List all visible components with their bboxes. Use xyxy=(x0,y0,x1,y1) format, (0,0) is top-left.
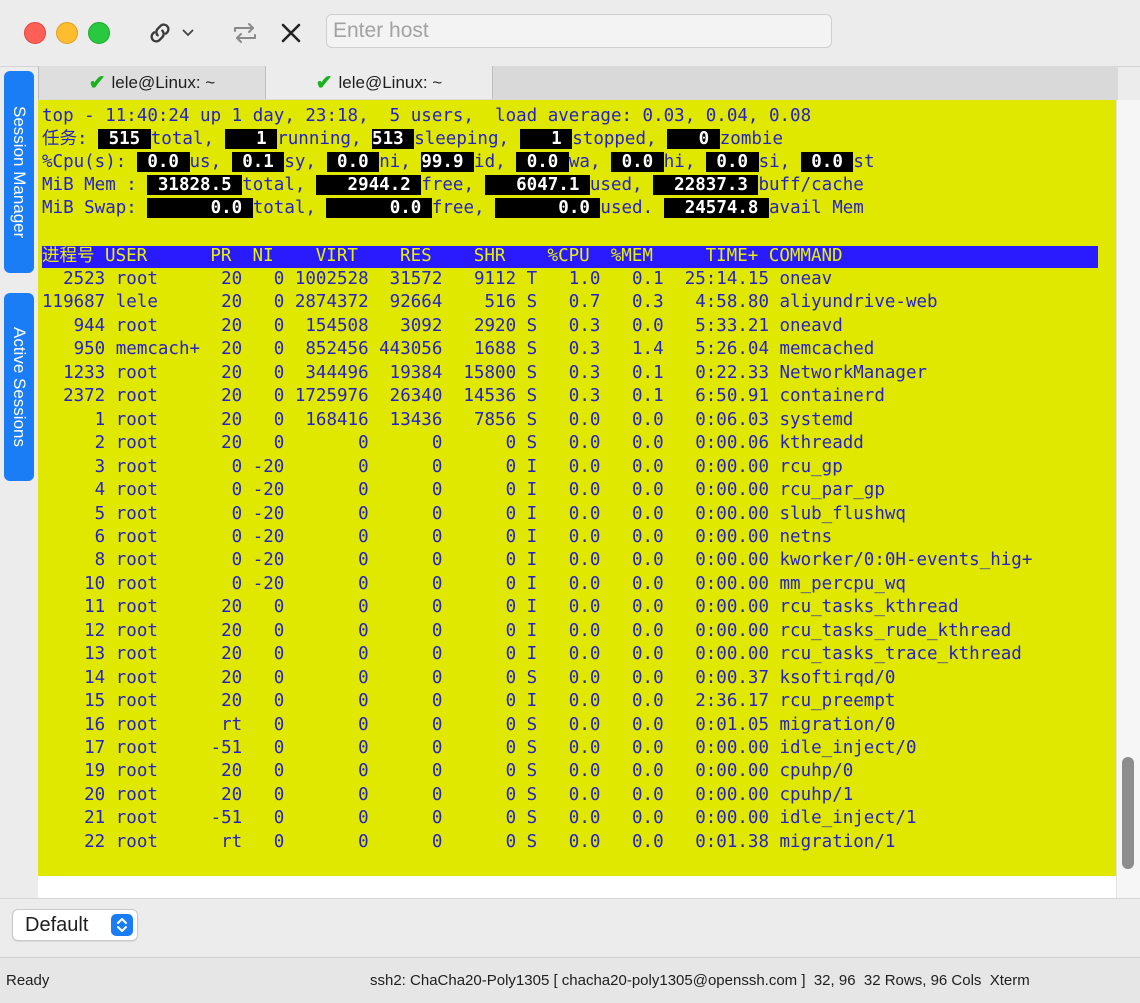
process-row: 2 root 20 0 0 0 0 S 0.0 0.0 0:00.06 kthr… xyxy=(42,433,864,454)
active-sessions-label: Active Sessions xyxy=(10,327,29,447)
process-row: 10 root 0 -20 0 0 0 I 0.0 0.0 0:00.00 mm… xyxy=(42,573,906,594)
process-row: 20 root 20 0 0 0 0 S 0.0 0.0 0:00.00 cpu… xyxy=(42,784,854,805)
profile-select[interactable]: Default xyxy=(12,909,138,941)
host-input[interactable] xyxy=(326,14,832,48)
terminal-output[interactable]: top - 11:40:24 up 1 day, 23:18, 5 users,… xyxy=(38,100,1116,876)
top-uptime-line: top - 11:40:24 up 1 day, 23:18, 5 users,… xyxy=(42,106,812,126)
top-mem-line: MiB Mem : 31828.5 total, 2944.2 free, 60… xyxy=(42,175,864,195)
toolbar xyxy=(0,0,1140,67)
session-tab-2[interactable]: ✔ lele@Linux: ~ xyxy=(266,66,493,99)
process-row: 13 root 20 0 0 0 0 I 0.0 0.0 0:00.00 rcu… xyxy=(42,644,1022,665)
session-tab-label: lele@Linux: ~ xyxy=(338,72,443,92)
top-cpu-line: %Cpu(s): 0.0 us, 0.1 sy, 0.0 ni, 99.9 id… xyxy=(42,152,875,172)
process-row: 14 root 20 0 0 0 0 S 0.0 0.0 0:00.37 kso… xyxy=(42,667,896,688)
process-row: 17 root -51 0 0 0 0 S 0.0 0.0 0:00.00 id… xyxy=(42,738,917,758)
process-row: 119687 lele 20 0 2874372 92664 516 S 0.7… xyxy=(42,292,938,313)
link-icon[interactable] xyxy=(144,18,176,48)
process-row: 1 root 20 0 168416 13436 7856 S 0.0 0.0 … xyxy=(42,409,854,430)
process-row: 15 root 20 0 0 0 0 I 0.0 0.0 2:36.17 rcu… xyxy=(42,691,896,712)
process-row: 19 root 20 0 0 0 0 S 0.0 0.0 0:00.00 cpu… xyxy=(42,761,854,782)
process-row: 2372 root 20 0 1725976 26340 14536 S 0.3… xyxy=(42,386,885,407)
process-row: 4 root 0 -20 0 0 0 I 0.0 0.0 0:00.00 rcu… xyxy=(42,480,885,501)
checkmark-icon: ✔ xyxy=(315,72,333,94)
session-manager-label: Session Manager xyxy=(10,105,29,239)
minimize-window-button[interactable] xyxy=(56,22,78,44)
process-row: 1233 root 20 0 344496 19384 15800 S 0.3 … xyxy=(42,362,928,383)
top-swap-line: MiB Swap: 0.0 total, 0.0 free, 0.0 used.… xyxy=(42,198,864,218)
process-row: 8 root 0 -20 0 0 0 I 0.0 0.0 0:00.00 kwo… xyxy=(42,550,1033,571)
zoom-window-button[interactable] xyxy=(88,22,110,44)
updown-chevron-icon xyxy=(111,914,133,936)
profile-bar xyxy=(0,898,1140,957)
process-row: 16 root rt 0 0 0 0 S 0.0 0.0 0:01.05 mig… xyxy=(42,714,896,735)
close-window-button[interactable] xyxy=(24,22,46,44)
session-tab-1[interactable]: ✔ lele@Linux: ~ xyxy=(38,66,266,99)
reconnect-icon[interactable] xyxy=(228,18,262,48)
process-row: 6 root 0 -20 0 0 0 I 0.0 0.0 0:00.00 net… xyxy=(42,526,833,547)
process-row: 950 memcach+ 20 0 852456 443056 1688 S 0… xyxy=(42,339,875,360)
process-row: 2523 root 20 0 1002528 31572 9112 T 1.0 … xyxy=(42,269,833,289)
process-row: 21 root -51 0 0 0 0 S 0.0 0.0 0:00.00 id… xyxy=(42,808,917,829)
top-tasks-line: 任务: 515 total, 1 running, 513 sleeping, … xyxy=(42,129,783,149)
session-manager-tab[interactable]: Session Manager xyxy=(4,71,34,273)
process-row: 944 root 20 0 154508 3092 2920 S 0.3 0.0… xyxy=(42,315,843,336)
close-icon[interactable] xyxy=(274,18,308,48)
process-row: 12 root 20 0 0 0 0 I 0.0 0.0 0:00.00 rcu… xyxy=(42,620,1012,641)
process-row: 11 root 20 0 0 0 0 I 0.0 0.0 0:00.00 rcu… xyxy=(42,597,959,618)
status-text: Ready xyxy=(6,972,50,989)
process-table-header: 进程号 USER PR NI VIRT RES SHR %CPU %MEM TI… xyxy=(42,246,843,266)
profile-select-value: Default xyxy=(25,913,89,936)
session-tabbar: ✔ lele@Linux: ~ ✔ lele@Linux: ~ xyxy=(38,66,1118,100)
process-row: 22 root rt 0 0 0 0 S 0.0 0.0 0:01.38 mig… xyxy=(42,831,896,852)
session-tab-label: lele@Linux: ~ xyxy=(111,72,216,92)
active-sessions-tab[interactable]: Active Sessions xyxy=(4,293,34,481)
scrollbar-thumb[interactable] xyxy=(1122,757,1134,869)
chevron-down-icon[interactable] xyxy=(180,18,196,48)
connection-info: ssh2: ChaCha20-Poly1305 [ chacha20-poly1… xyxy=(370,972,1030,989)
status-bar: Ready ssh2: ChaCha20-Poly1305 [ chacha20… xyxy=(0,957,1140,1003)
terminal-padding xyxy=(38,876,1116,898)
checkmark-icon: ✔ xyxy=(88,72,106,94)
process-row: 5 root 0 -20 0 0 0 I 0.0 0.0 0:00.00 slu… xyxy=(42,503,906,524)
process-row: 3 root 0 -20 0 0 0 I 0.0 0.0 0:00.00 rcu… xyxy=(42,456,843,477)
